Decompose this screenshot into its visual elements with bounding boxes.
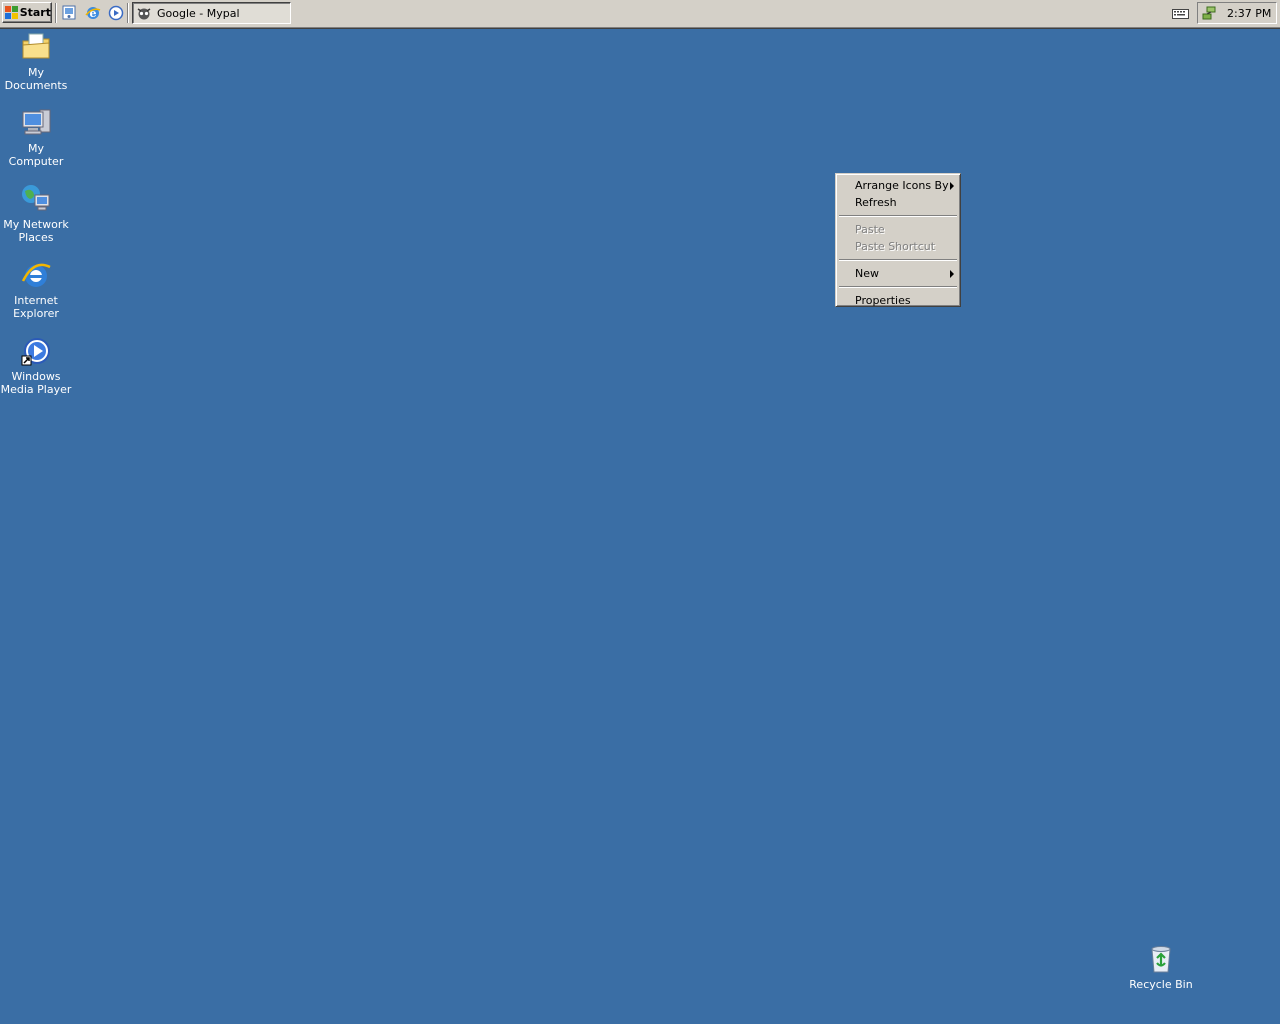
menu-item-label: Paste Shortcut (855, 240, 936, 253)
recycle-bin-icon (1151, 946, 1171, 973)
internet-explorer-icon (21, 263, 51, 287)
menu-item-label: Arrange Icons By (855, 179, 949, 192)
my-computer-icon (22, 109, 51, 135)
windows-logo-icon (5, 5, 18, 20)
menu-separator (839, 215, 957, 217)
menu-item-paste: Paste (838, 221, 958, 238)
menu-item-label: Refresh (855, 196, 897, 209)
submenu-arrow-icon (950, 270, 954, 278)
mypal-browser-icon (137, 8, 151, 20)
show-desktop-icon[interactable] (61, 5, 77, 21)
windows-media-player-icon (21, 338, 50, 366)
desktop-icon-label: Recycle Bin (1129, 978, 1193, 991)
keyboard-icon[interactable] (1172, 7, 1189, 19)
menu-item-arrange-icons-by[interactable]: Arrange Icons By (838, 177, 958, 194)
my-network-places-icon (22, 185, 50, 211)
desktop-icon-my-documents[interactable]: My Documents (0, 31, 73, 92)
desktop-icon-label: Internet Explorer (13, 294, 59, 320)
submenu-arrow-icon (950, 182, 954, 190)
task-button-label: Google - Mypal (157, 6, 240, 20)
start-button[interactable]: Start (2, 2, 52, 23)
desktop-icon-label: My Computer (8, 142, 64, 168)
my-documents-icon (22, 33, 50, 59)
taskbar: Start e Google - Mypal 2:37 PM (0, 0, 1280, 29)
menu-item-new[interactable]: New (838, 265, 958, 282)
desktop-icon-my-computer[interactable]: My Computer (0, 107, 73, 168)
desktop-icon-label: Windows Media Player (0, 370, 72, 396)
desktop-icon-internet-explorer[interactable]: Internet Explorer (0, 259, 73, 320)
desktop-context-menu: Arrange Icons By Refresh Paste Paste Sho… (835, 173, 961, 307)
taskbar-separator (55, 3, 57, 23)
start-label: Start (19, 6, 51, 19)
menu-item-properties[interactable]: Properties (838, 292, 958, 309)
taskbar-separator (127, 3, 129, 23)
menu-separator (839, 259, 957, 261)
menu-separator (839, 286, 957, 288)
system-tray: 2:37 PM (1197, 2, 1277, 24)
desktop-icon-recycle-bin[interactable]: Recycle Bin (1124, 943, 1198, 991)
desktop-icon-label: My Network Places (3, 218, 69, 244)
menu-item-label: Properties (855, 294, 911, 307)
network-tray-icon[interactable] (1201, 5, 1217, 21)
desktop-icon-windows-media-player[interactable]: Windows Media Player (0, 335, 73, 396)
menu-item-label: Paste (855, 223, 885, 236)
task-button-mypal[interactable]: Google - Mypal (132, 2, 291, 24)
desktop-icon-label: My Documents (4, 66, 68, 92)
menu-item-label: New (855, 267, 879, 280)
windows-media-player-quicklaunch-icon[interactable] (108, 5, 124, 21)
desktop-icon-my-network-places[interactable]: My Network Places (0, 183, 73, 244)
menu-item-refresh[interactable]: Refresh (838, 194, 958, 211)
clock[interactable]: 2:37 PM (1227, 7, 1271, 20)
menu-item-paste-shortcut: Paste Shortcut (838, 238, 958, 255)
internet-explorer-quicklaunch-icon[interactable]: e (85, 5, 101, 21)
